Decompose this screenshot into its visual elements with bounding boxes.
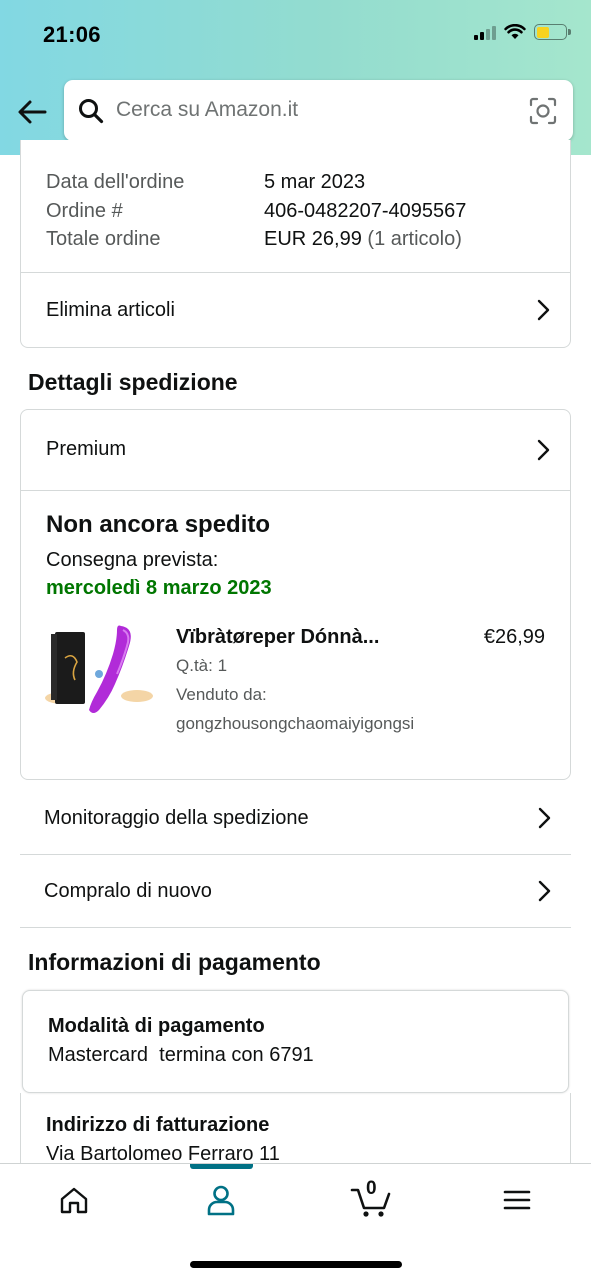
payment-section-title: Informazioni di pagamento <box>28 949 321 975</box>
search-bar[interactable] <box>64 80 573 141</box>
product-title[interactable]: Vïbràtøreper Dónnà... <box>176 626 379 649</box>
chevron-right-icon <box>537 299 550 321</box>
divider <box>21 490 570 491</box>
camera-scan-icon[interactable] <box>529 97 557 125</box>
sold-by-label: Venduto da: <box>176 685 267 704</box>
search-input[interactable] <box>116 90 516 130</box>
delete-items-label: Elimina articoli <box>46 298 175 321</box>
order-total: EUR 26,99 (1 articolo) <box>264 228 462 251</box>
billing-address-title: Indirizzo di fatturazione <box>46 1114 270 1136</box>
track-shipment-label: Monitoraggio della spedizione <box>44 806 309 829</box>
chevron-right-icon <box>538 807 551 829</box>
product-qty: Q.tà: 1 <box>176 656 228 675</box>
back-button[interactable] <box>14 92 50 132</box>
product-price: €26,99 <box>483 626 545 648</box>
home-indicator <box>190 1261 402 1268</box>
shipment-status: Non ancora spedito <box>46 511 271 538</box>
nav-cart[interactable]: 0 <box>339 1178 403 1222</box>
premium-label: Premium <box>46 438 127 460</box>
order-number-label: Ordine # <box>46 200 123 222</box>
seller-name: gongzhousongchaomaiyigongsi <box>176 714 415 733</box>
order-date-value: 5 mar 2023 <box>264 171 366 193</box>
nav-menu[interactable] <box>487 1178 547 1222</box>
order-summary-card: Data dell'ordine 5 mar 2023 Ordine # 406… <box>20 140 571 348</box>
billing-address-card: Indirizzo di fatturazione Via Bartolomeo… <box>20 1093 571 1173</box>
nav-home[interactable] <box>44 1178 104 1222</box>
home-icon <box>60 1187 88 1214</box>
order-total-items: (1 articolo) <box>367 228 462 250</box>
delivery-date: mercoledì 8 marzo 2023 <box>46 577 272 599</box>
divider <box>20 927 571 928</box>
delivery-label: Consegna prevista: <box>46 549 219 571</box>
order-number-value: 406-0482207-4095567 <box>264 200 467 222</box>
order-total-label: Totale ordine <box>46 228 161 250</box>
status-time: 21:06 <box>43 22 101 47</box>
payment-method-value: Mastercard termina con 6791 <box>48 1044 314 1066</box>
payment-method-card: Modalità di pagamento Mastercard termina… <box>22 990 569 1093</box>
order-total-value: EUR 26,99 <box>264 228 362 250</box>
shipping-card: Premium Non ancora spedito Consegna prev… <box>20 409 571 780</box>
cellular-signal-icon <box>474 24 496 40</box>
delete-items-row[interactable]: Elimina articoli <box>21 273 570 347</box>
track-shipment-row[interactable]: Monitoraggio della spedizione <box>20 782 571 854</box>
cart-count: 0 <box>366 1178 377 1199</box>
nav-account[interactable] <box>191 1178 251 1222</box>
active-tab-indicator <box>190 1164 253 1169</box>
wifi-icon <box>504 24 526 39</box>
chevron-right-icon <box>537 439 550 460</box>
search-icon <box>79 99 104 124</box>
order-date-label: Data dell'ordine <box>46 171 185 193</box>
shipping-section-title: Dettagli spedizione <box>28 369 238 395</box>
buy-again-row[interactable]: Compralo di nuovo <box>20 855 571 927</box>
product-image[interactable] <box>43 618 155 722</box>
menu-icon <box>503 1190 531 1210</box>
back-arrow-icon <box>18 100 47 124</box>
product-image-graphic <box>45 625 153 713</box>
account-icon <box>207 1185 235 1216</box>
premium-row[interactable]: Premium <box>21 410 570 489</box>
header: 21:06 <box>0 0 591 155</box>
status-icons <box>474 24 571 40</box>
chevron-right-icon <box>538 880 551 902</box>
payment-method-title: Modalità di pagamento <box>48 1015 265 1037</box>
battery-icon <box>534 24 571 40</box>
buy-again-label: Compralo di nuovo <box>44 879 212 902</box>
